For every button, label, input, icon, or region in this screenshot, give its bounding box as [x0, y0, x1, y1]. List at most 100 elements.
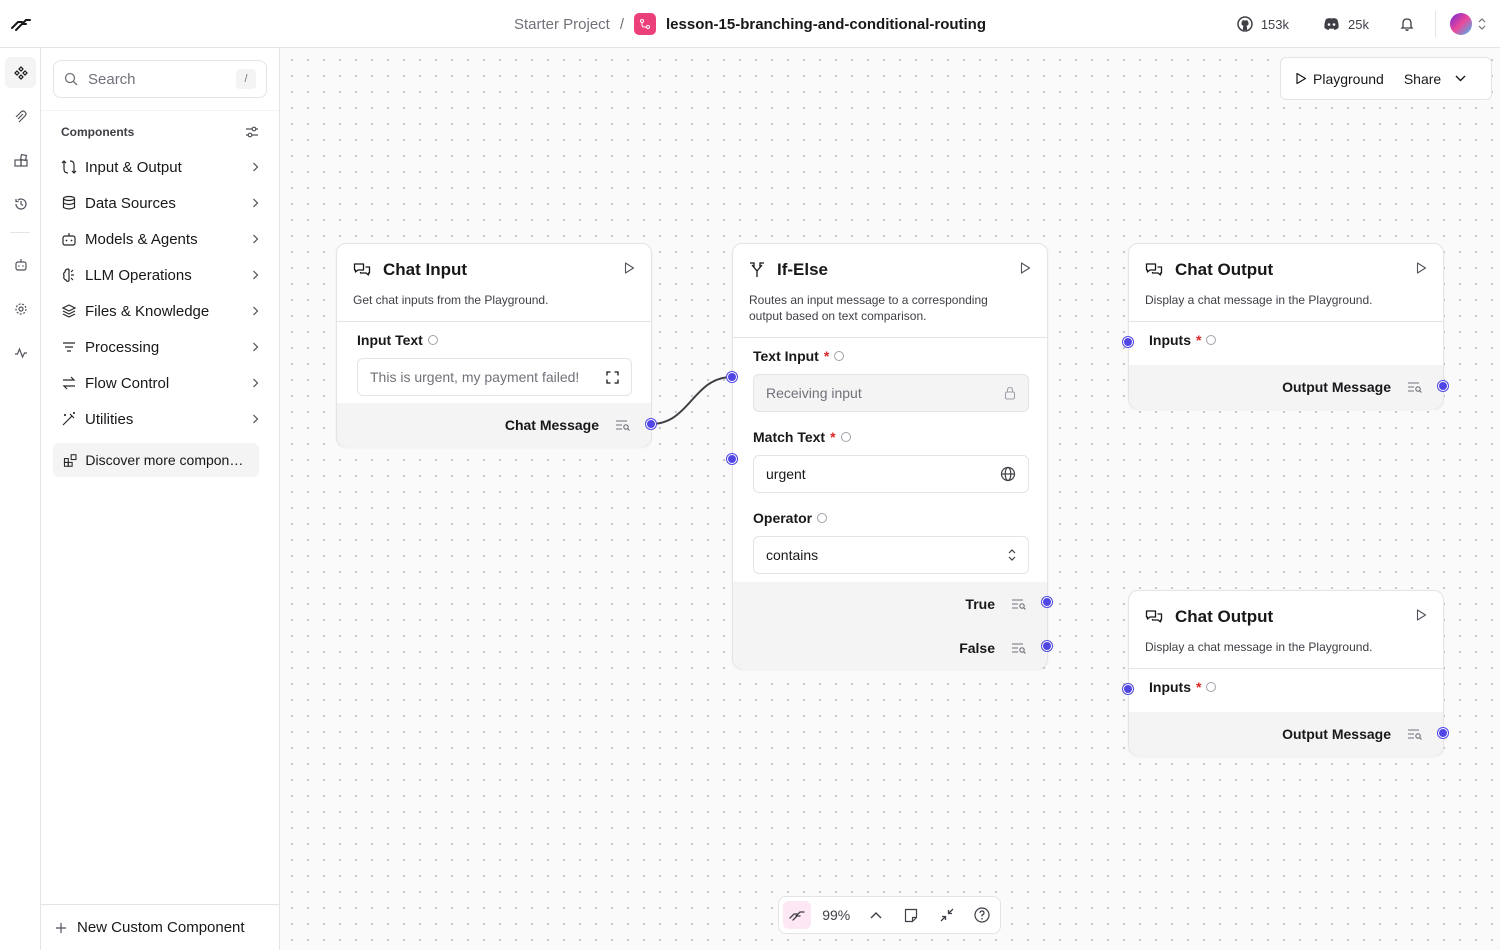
breadcrumb-project[interactable]: Starter Project [514, 16, 610, 33]
bell-icon [1400, 18, 1414, 31]
filter-icon [63, 342, 75, 352]
output-label: Output Message [1282, 379, 1391, 395]
rail-history-button[interactable] [5, 188, 36, 219]
input-handle-match-text[interactable] [727, 454, 737, 464]
category-llm-operations[interactable]: LLM Operations [53, 257, 267, 293]
output-handle-true[interactable] [1042, 597, 1052, 607]
inspect-icon[interactable] [1407, 381, 1423, 393]
field-label-match-text: Match Text * [753, 429, 851, 445]
run-icon[interactable] [624, 262, 635, 274]
output-handle-false[interactable] [1042, 641, 1052, 651]
category-utilities[interactable]: Utilities [53, 401, 267, 437]
inspect-icon[interactable] [1407, 728, 1423, 740]
field-label-text: Inputs [1149, 332, 1191, 348]
node-description: Display a chat message in the Playground… [1145, 293, 1373, 307]
category-input-output[interactable]: Input & Output [53, 149, 267, 185]
auto-layout-button[interactable] [783, 901, 811, 929]
info-icon[interactable] [817, 513, 828, 523]
output-message: Output Message [1129, 712, 1443, 756]
output-false: False [733, 626, 1047, 669]
expand-icon[interactable] [606, 370, 619, 384]
gear-icon [14, 302, 27, 315]
info-icon[interactable] [834, 351, 845, 361]
info-icon[interactable] [427, 335, 438, 345]
search-input[interactable]: Search / [53, 60, 267, 98]
lock-icon [1004, 386, 1016, 400]
bot-icon [62, 233, 76, 246]
run-icon[interactable] [1416, 262, 1427, 274]
input-handle-inputs[interactable] [1123, 684, 1133, 694]
account-menu[interactable] [1446, 13, 1490, 35]
category-models-agents[interactable]: Models & Agents [53, 221, 267, 257]
node-divider [733, 337, 1047, 338]
sticky-note-icon [905, 908, 918, 922]
info-icon[interactable] [1206, 682, 1217, 692]
node-divider [1129, 321, 1443, 322]
node-chat-input[interactable]: Chat Input Get chat inputs from the Play… [336, 243, 652, 447]
node-description: Routes an input message to a correspondi… [749, 293, 988, 323]
category-files-knowledge[interactable]: Files & Knowledge [53, 293, 267, 329]
run-icon[interactable] [1416, 609, 1427, 621]
node-chat-output-1[interactable]: Chat Output Display a chat message in th… [1128, 243, 1444, 409]
breadcrumb-separator: / [619, 15, 625, 33]
divider [1435, 11, 1436, 37]
discover-components-button[interactable]: Discover more components [53, 443, 259, 477]
rail-components-button[interactable] [5, 57, 36, 88]
rail-traces-button[interactable] [5, 337, 36, 368]
output-chat-message: Chat Message [337, 403, 651, 447]
left-rail [0, 48, 41, 950]
text-input-value: Receiving input [766, 385, 862, 401]
discord-link[interactable]: 25k [1309, 17, 1383, 32]
zoom-menu-button[interactable] [862, 901, 890, 929]
zoom-level[interactable]: 99% [819, 907, 854, 923]
input-handle-text-input[interactable] [727, 372, 737, 382]
inspect-icon[interactable] [615, 419, 631, 431]
chevron-right-icon [253, 198, 259, 208]
rail-settings-button[interactable] [5, 293, 36, 324]
logo-mark-icon [789, 911, 805, 921]
globe-icon[interactable] [1000, 466, 1016, 482]
share-button[interactable]: Share [1404, 71, 1466, 87]
arrows-icon [62, 376, 76, 390]
input-text-value: This is urgent, my payment failed! [370, 369, 580, 385]
flow-name[interactable]: lesson-15-branching-and-conditional-rout… [666, 16, 986, 33]
category-label: LLM Operations [85, 266, 192, 284]
match-text-field[interactable]: urgent [753, 455, 1029, 493]
github-link[interactable]: 153k [1223, 16, 1303, 32]
inspect-icon[interactable] [1011, 642, 1027, 654]
info-icon[interactable] [840, 432, 851, 442]
output-handle-message[interactable] [1438, 728, 1448, 738]
category-processing[interactable]: Processing [53, 329, 267, 365]
run-icon[interactable] [1020, 262, 1031, 274]
playground-button[interactable]: Playground [1295, 71, 1384, 87]
new-custom-component-button[interactable]: New Custom Component [41, 904, 279, 950]
category-label: Flow Control [85, 374, 170, 392]
help-button[interactable] [968, 901, 996, 929]
chevron-up-icon [870, 912, 882, 919]
category-flow-control[interactable]: Flow Control [53, 365, 267, 401]
output-handle-message[interactable] [1438, 381, 1448, 391]
inspect-icon[interactable] [1011, 598, 1027, 610]
top-bar: Starter Project / lesson-15-branching-an… [0, 0, 1500, 48]
input-handle-inputs[interactable] [1123, 337, 1133, 347]
add-note-button[interactable] [897, 901, 925, 929]
info-icon[interactable] [1206, 335, 1217, 345]
discord-count: 25k [1348, 16, 1369, 32]
rail-mcp-button[interactable] [5, 101, 36, 132]
operator-select[interactable]: contains [753, 536, 1029, 574]
output-handle[interactable] [646, 419, 656, 429]
category-data-sources[interactable]: Data Sources [53, 185, 267, 221]
notifications-button[interactable] [1389, 16, 1425, 32]
node-chat-output-2[interactable]: Chat Output Display a chat message in th… [1128, 590, 1444, 756]
sliders-icon[interactable] [245, 126, 259, 138]
node-if-else[interactable]: If-Else Routes an input message to a cor… [732, 243, 1048, 669]
fit-view-button[interactable] [933, 901, 961, 929]
field-label-input-text: Input Text [357, 332, 438, 348]
input-text-field[interactable]: This is urgent, my payment failed! [357, 358, 632, 396]
rail-bundles-button[interactable] [5, 145, 36, 176]
rail-agents-button[interactable] [5, 249, 36, 280]
bundles-icon [13, 153, 28, 167]
chevron-right-icon [253, 306, 259, 316]
category-label: Input & Output [85, 158, 182, 176]
playground-label: Playground [1313, 70, 1384, 87]
